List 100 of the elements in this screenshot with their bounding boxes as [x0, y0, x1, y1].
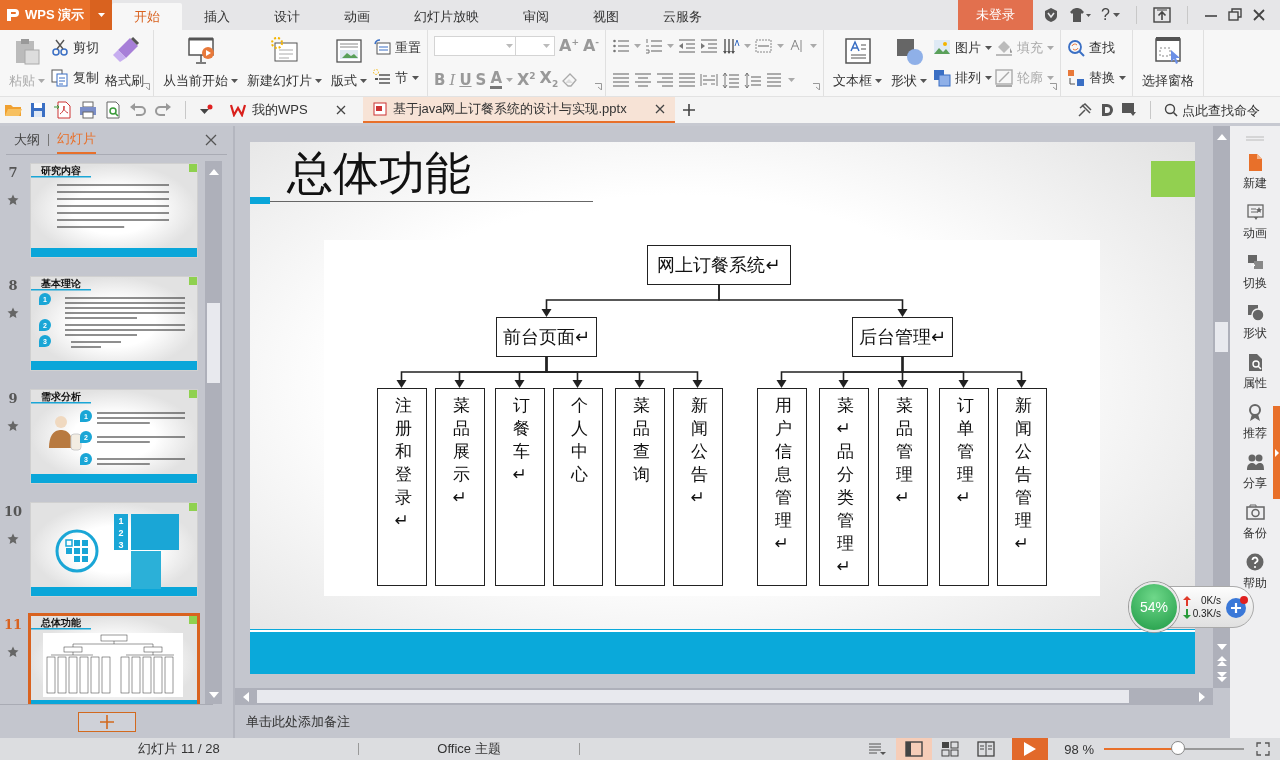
new-tab-icon[interactable] — [681, 103, 696, 117]
tool-icon[interactable] — [1077, 102, 1093, 118]
task-pane-button[interactable]: 分享 — [1243, 453, 1267, 503]
dropdown-button[interactable] — [90, 0, 113, 30]
pdf-export-icon[interactable] — [54, 101, 72, 119]
scroll-thumb[interactable] — [207, 303, 220, 383]
text-direction-icon[interactable] — [722, 38, 741, 54]
ribbon-button[interactable]: 排列 — [933, 67, 993, 89]
document-tab[interactable]: 基于java网上订餐系统的设计与实现.pptx — [362, 97, 675, 123]
fit-window-icon[interactable] — [1256, 742, 1270, 756]
ribbon-button[interactable]: 图片 — [933, 37, 993, 59]
scroll-bar[interactable] — [205, 161, 222, 704]
ribbon-button[interactable]: 查找 — [1067, 37, 1127, 59]
customize-toolbar-icon[interactable] — [199, 104, 213, 116]
redo-icon[interactable] — [154, 101, 172, 119]
ribbon-tab[interactable]: 审阅 — [501, 3, 572, 30]
add-slide-button[interactable] — [77, 711, 136, 732]
ribbon-button[interactable]: 复制 — [51, 67, 99, 89]
previous-slide-icon[interactable] — [1216, 656, 1227, 666]
dialog-launcher-icon[interactable] — [813, 83, 821, 90]
scroll-thumb[interactable] — [257, 690, 1129, 703]
ribbon-tab[interactable]: 视图 — [571, 3, 642, 30]
paragraph-spacing-icon[interactable] — [744, 72, 763, 88]
d-shape-icon[interactable] — [1100, 103, 1114, 117]
print-preview-icon[interactable] — [104, 101, 122, 119]
decrease-indent-icon[interactable] — [678, 38, 697, 54]
ribbon-button[interactable]: 重置 — [373, 37, 421, 59]
ribbon-button[interactable]: 新建幻灯片 — [244, 34, 325, 92]
ribbon-tab[interactable]: 开始 — [112, 3, 183, 30]
dialog-launcher-icon[interactable] — [1050, 83, 1058, 90]
collapse-pane-handle[interactable] — [1273, 406, 1280, 499]
increase-indent-icon[interactable] — [700, 38, 719, 54]
bullet-list-icon[interactable] — [612, 38, 631, 54]
undo-icon[interactable] — [129, 101, 147, 119]
scroll-down-icon[interactable] — [208, 692, 219, 698]
columns-icon[interactable] — [755, 38, 774, 54]
close-icon[interactable] — [205, 134, 217, 146]
task-pane-button[interactable]: 动画 — [1243, 203, 1267, 253]
ribbon-button[interactable]: 文本框 — [830, 34, 886, 92]
panel-tab[interactable]: 大纲 — [14, 131, 40, 149]
document-tab[interactable]: 我的WPS — [220, 97, 356, 123]
slide-thumbnail[interactable]: 总体功能 — [28, 613, 200, 704]
scroll-up-icon[interactable] — [208, 169, 219, 175]
task-pane-button[interactable]: 属性 — [1243, 353, 1267, 403]
ribbon-button[interactable]: 从当前开始 — [160, 34, 241, 92]
help-button[interactable]: ? — [1101, 6, 1120, 24]
ribbon-button[interactable]: 选择窗格 — [1139, 34, 1198, 92]
task-pane-button[interactable]: 推荐 — [1243, 403, 1267, 453]
scroll-bar[interactable] — [235, 688, 1213, 705]
align-left-icon[interactable] — [612, 72, 631, 88]
add-icon[interactable] — [1225, 595, 1249, 619]
scroll-right-icon[interactable] — [1199, 691, 1205, 702]
numbered-list-icon[interactable] — [645, 38, 664, 54]
print-icon[interactable] — [79, 101, 97, 119]
dialog-launcher-icon[interactable] — [143, 83, 150, 90]
scroll-up-icon[interactable] — [1216, 134, 1227, 140]
align-center-icon[interactable] — [634, 72, 653, 88]
font-size-field[interactable] — [515, 36, 555, 56]
save-icon[interactable] — [29, 101, 47, 119]
line-spacing-icon[interactable] — [722, 72, 741, 88]
task-pane-button[interactable]: 备份 — [1243, 503, 1267, 553]
scroll-thumb[interactable] — [1215, 322, 1228, 352]
slideshow-button[interactable] — [1012, 738, 1049, 760]
ribbon-tab[interactable]: 动画 — [322, 3, 393, 30]
shield-icon[interactable] — [1043, 7, 1060, 23]
ribbon-tab[interactable]: 设计 — [252, 3, 323, 30]
ribbon-button[interactable]: 格式刷 — [102, 34, 147, 92]
justify-icon[interactable] — [678, 72, 697, 88]
dialog-launcher-icon[interactable] — [595, 83, 603, 90]
notes-placeholder[interactable]: 单击此处添加备注 — [246, 712, 350, 731]
scroll-down-icon[interactable] — [1216, 644, 1227, 650]
task-pane-button[interactable]: 新建 — [1243, 153, 1267, 203]
ribbon-button[interactable]: 版式 — [328, 34, 370, 92]
ribbon-button[interactable]: 节 — [373, 67, 421, 89]
scroll-left-icon[interactable] — [243, 691, 249, 702]
pin-window-icon[interactable] — [1153, 7, 1171, 23]
clear-format-icon[interactable] — [562, 72, 579, 88]
tab-title[interactable]: 基于java网上订餐系统的设计与实现.pptx — [392, 100, 627, 118]
tab-title[interactable]: 我的WPS — [252, 101, 308, 119]
task-pane-button[interactable]: 形状 — [1243, 303, 1267, 353]
ribbon-button[interactable]: 剪切 — [51, 37, 99, 59]
align-right-icon[interactable] — [656, 72, 675, 88]
shirt-icon[interactable] — [1069, 7, 1092, 23]
next-slide-icon[interactable] — [1216, 672, 1227, 682]
ribbon-tab[interactable]: 幻灯片放映 — [392, 3, 502, 30]
zoom-slider-thumb[interactable] — [1171, 741, 1186, 755]
close-icon[interactable] — [654, 104, 665, 114]
restore-icon[interactable] — [1228, 8, 1242, 22]
ribbon-tab[interactable]: 云服务 — [641, 3, 725, 30]
slide-thumbnail[interactable]: 研究内容 — [30, 163, 198, 258]
close-icon[interactable] — [1252, 8, 1266, 22]
command-search-field[interactable]: 点此查找命令 — [1164, 102, 1280, 118]
view-button[interactable] — [896, 738, 933, 760]
ribbon-button[interactable]: 替换 — [1067, 67, 1127, 89]
ribbon-tab[interactable]: 插入 — [182, 3, 253, 30]
comment-icon[interactable] — [1121, 102, 1137, 118]
notes-toggle-icon[interactable] — [868, 742, 887, 756]
task-pane-button[interactable]: 切换 — [1243, 253, 1267, 303]
font-name-field[interactable] — [434, 36, 518, 56]
distribute-icon[interactable] — [700, 72, 719, 88]
